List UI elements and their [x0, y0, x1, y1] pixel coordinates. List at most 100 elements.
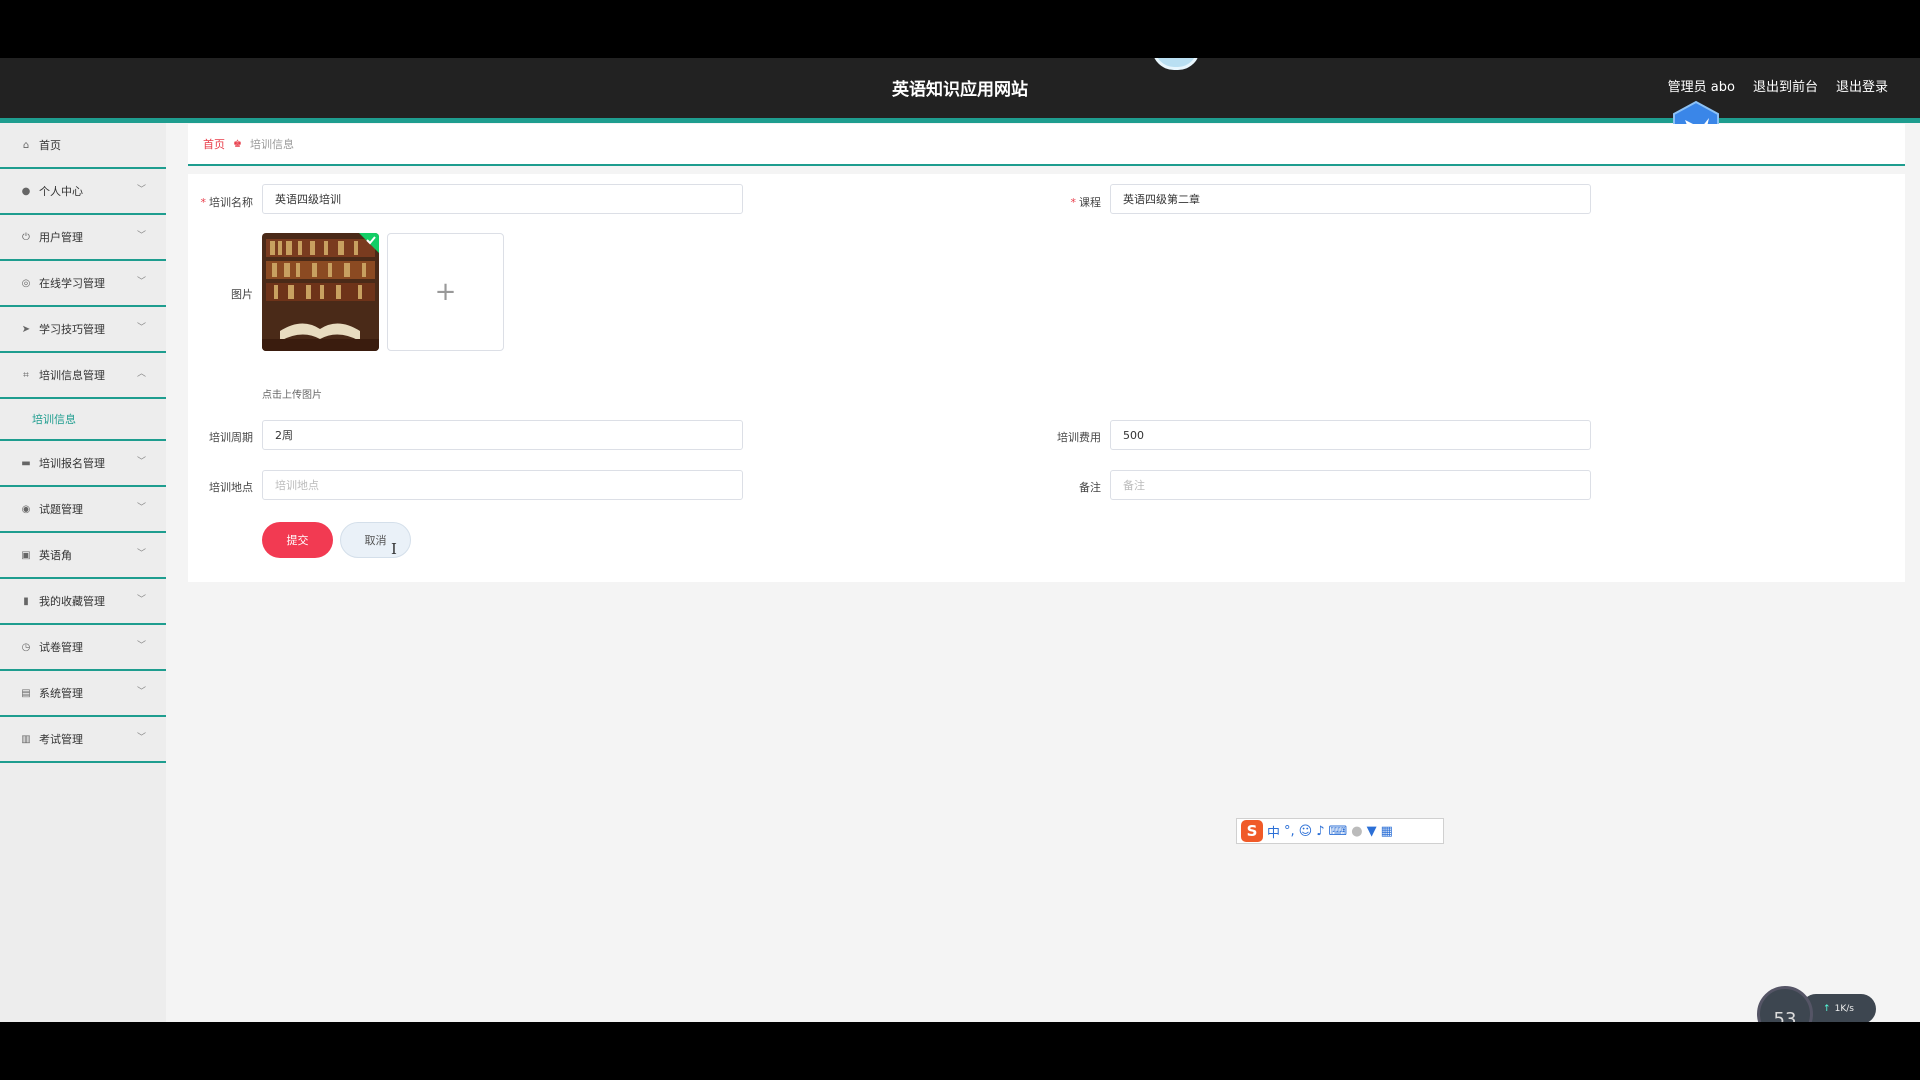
bookmark-icon: ▮	[23, 595, 29, 607]
cancel-button[interactable]: 取消	[340, 522, 411, 558]
chevron-down-icon: ﹀	[136, 641, 146, 651]
sidebar-item-label: 试题管理	[39, 503, 83, 516]
sidebar: ⌂ 首页 ● 个人中心 ﹀ ⏻ 用户管理 ﹀ ◎ 在线学习管理 ﹀ ➤ 学习技巧…	[0, 123, 166, 1022]
upload-hint: 点击上传图片	[262, 390, 322, 401]
training-name-input[interactable]: 英语四级培训	[262, 184, 743, 214]
grid-icon[interactable]: ▦	[1381, 824, 1393, 839]
keyboard-icon[interactable]: ⌨	[1329, 824, 1348, 839]
main-content: 首页 ♚ 培训信息 *培训名称 英语四级培训 *课程 英语四级第二章 图片	[188, 124, 1905, 582]
app-screen: 英语知识应用网站 管理员 abo 退出到前台 退出登录 ⌂ 首页 ● 个人中心 …	[0, 58, 1920, 1022]
sidebar-item-label: 系统管理	[39, 687, 83, 700]
course-label: * 课程	[1070, 196, 1102, 209]
upload-image-button[interactable]: +	[387, 233, 504, 351]
home-icon: ⌂	[22, 139, 30, 151]
sidebar-item-online-learning[interactable]: ◎ 在线学习管理 ﹀	[0, 261, 166, 307]
ime-toolbar[interactable]: S 中 °, ☺ ♪ ⌨ ● ▼ ▦	[1236, 818, 1444, 844]
sidebar-item-study-tips[interactable]: ➤ 学习技巧管理 ﹀	[0, 307, 166, 353]
compass-icon: ◎	[21, 277, 31, 289]
training-period-input[interactable]: 2周	[262, 420, 743, 450]
clipboard-check-icon: ▥	[21, 733, 31, 745]
sidebar-item-english-corner[interactable]: ▣ 英语角 ﹀	[0, 533, 166, 579]
ime-punct-toggle[interactable]: °,	[1284, 824, 1295, 839]
training-form: * 培训名称 英语四级培训 * 课程 英语四级第二章 图片 + 点击上传图片 培…	[188, 174, 1905, 582]
briefcase-icon: ▣	[21, 549, 31, 561]
image-label: 图片	[231, 288, 253, 301]
remark-label: 备注	[1079, 481, 1101, 494]
sidebar-item-label: 培训报名管理	[39, 457, 105, 470]
user-icon: ●	[21, 185, 31, 197]
top-header: 英语知识应用网站 管理员 abo 退出到前台 退出登录	[0, 58, 1920, 154]
memory-percent: 53	[1773, 1008, 1797, 1023]
chat-icon: ▬	[21, 457, 31, 469]
sidebar-item-label: 个人中心	[39, 185, 83, 198]
submit-button[interactable]: 提交	[262, 522, 333, 558]
chevron-down-icon: ﹀	[136, 687, 146, 697]
chevron-down-icon: ﹀	[136, 277, 146, 287]
sidebar-item-label: 在线学习管理	[39, 277, 105, 290]
chevron-down-icon: ﹀	[136, 595, 146, 605]
sidebar-item-system[interactable]: ▤ 系统管理 ﹀	[0, 671, 166, 717]
training-fee-label: 培训费用	[1057, 431, 1101, 444]
chevron-down-icon: ﹀	[136, 503, 146, 513]
plus-icon: +	[434, 277, 457, 307]
sidebar-item-personal-center[interactable]: ● 个人中心 ﹀	[0, 169, 166, 215]
course-select[interactable]: 英语四级第二章	[1110, 184, 1591, 214]
breadcrumb-home[interactable]: 首页	[203, 136, 225, 152]
avatar-badge	[1152, 58, 1200, 70]
sidebar-item-label: 学习技巧管理	[39, 323, 105, 336]
logout-link[interactable]: 退出登录	[1836, 76, 1888, 95]
text-cursor-icon: I	[391, 540, 397, 558]
sidebar-item-exams[interactable]: ▥ 考试管理 ﹀	[0, 717, 166, 763]
sidebar-item-papers[interactable]: ◷ 试卷管理 ﹀	[0, 625, 166, 671]
user-icon[interactable]: ●	[1351, 824, 1362, 839]
chevron-down-icon: ﹀	[136, 457, 146, 467]
ime-mode-toggle[interactable]: 中	[1267, 822, 1280, 841]
memory-usage-circle[interactable]: 53	[1757, 986, 1813, 1022]
sidebar-subitem-training-info[interactable]: 培训信息	[0, 399, 166, 441]
breadcrumb-separator-icon: ♚	[233, 138, 242, 150]
chevron-down-icon: ﹀	[136, 185, 146, 195]
uploaded-image-thumbnail[interactable]	[262, 233, 379, 351]
training-fee-input[interactable]: 500	[1110, 420, 1591, 450]
power-icon: ⏻	[22, 231, 30, 243]
breadcrumb-current: 培训信息	[249, 138, 294, 151]
upload-arrow-icon: ↑	[1823, 1004, 1831, 1014]
chevron-down-icon: ﹀	[136, 231, 146, 241]
header-actions: 管理员 abo 退出到前台 退出登录	[1668, 76, 1888, 95]
chevron-down-icon: ﹀	[136, 733, 146, 743]
sidebar-item-label: 试卷管理	[39, 641, 83, 654]
sidebar-item-training-registration[interactable]: ▬ 培训报名管理 ﹀	[0, 441, 166, 487]
training-period-label: 培训周期	[209, 431, 253, 444]
exit-to-front-link[interactable]: 退出到前台	[1753, 76, 1818, 95]
training-location-input[interactable]: 培训地点	[262, 470, 743, 500]
sidebar-item-label: 考试管理	[39, 733, 83, 746]
sidebar-item-label: 培训信息管理	[39, 369, 105, 382]
sidebar-item-home[interactable]: ⌂ 首页	[0, 123, 166, 169]
crop-icon: ⌗	[23, 369, 29, 381]
chevron-up-icon: ︿	[136, 369, 146, 379]
skin-icon[interactable]: ▼	[1367, 824, 1377, 839]
chevron-down-icon: ﹀	[136, 323, 146, 333]
clock-icon: ◷	[21, 641, 31, 653]
sidebar-item-label: 英语角	[39, 549, 72, 562]
sidebar-item-label: 用户管理	[39, 231, 83, 244]
speed-rate: 1K/s	[1834, 1004, 1854, 1014]
training-location-label: 培训地点	[209, 481, 253, 494]
target-icon: ◉	[21, 503, 31, 515]
training-name-label: * 培训名称	[200, 196, 254, 209]
sogou-logo-icon: S	[1241, 820, 1263, 842]
mic-icon[interactable]: ♪	[1316, 824, 1324, 839]
remark-input[interactable]: 备注	[1110, 470, 1591, 500]
clipboard-icon: ▤	[21, 687, 31, 699]
sidebar-item-training-info[interactable]: ⌗ 培训信息管理 ︿	[0, 353, 166, 399]
site-title: 英语知识应用网站	[892, 80, 1028, 100]
sidebar-item-user-management[interactable]: ⏻ 用户管理 ﹀	[0, 215, 166, 261]
breadcrumb: 首页 ♚ 培训信息	[188, 124, 1905, 166]
emoji-icon[interactable]: ☺	[1299, 824, 1313, 839]
chevron-down-icon: ﹀	[136, 549, 146, 559]
admin-user-label: 管理员 abo	[1667, 80, 1735, 95]
sidebar-item-label: 首页	[39, 139, 61, 152]
sidebar-item-questions[interactable]: ◉ 试题管理 ﹀	[0, 487, 166, 533]
sidebar-item-favorites[interactable]: ▮ 我的收藏管理 ﹀	[0, 579, 166, 625]
send-icon: ➤	[21, 323, 31, 335]
